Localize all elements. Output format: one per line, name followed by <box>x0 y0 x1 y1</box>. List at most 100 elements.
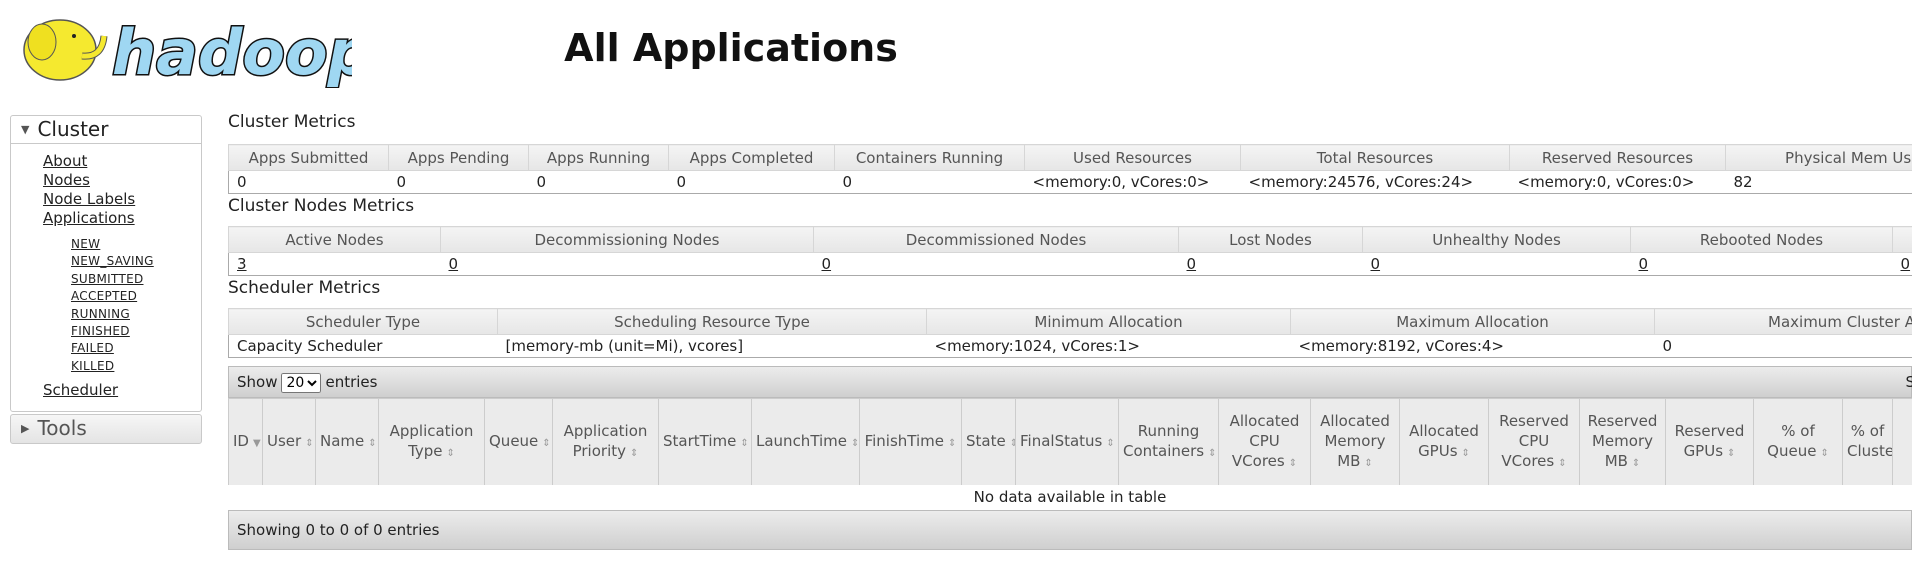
column-header-allocated-gpus[interactable]: Allocated GPUs ⇕ <box>1399 398 1489 486</box>
nav-state-accepted[interactable]: ACCEPTED <box>71 288 137 305</box>
nav-state-new[interactable]: NEW <box>71 236 100 253</box>
column-header[interactable]: Apps Submitted <box>228 144 389 171</box>
metric-link[interactable]: 0 <box>1371 255 1381 273</box>
column-header[interactable]: Maximum Allocation <box>1290 308 1655 335</box>
cluster-nodes-metrics-title: Cluster Nodes Metrics <box>228 196 415 216</box>
column-header-reserved-memory-mb[interactable]: Reserved Memory MB ⇕ <box>1579 398 1666 486</box>
metric-cell: 0 <box>1630 252 1893 276</box>
sort-icon: ⇕ <box>740 437 749 449</box>
column-header[interactable]: Maximum Cluster A <box>1654 308 1912 335</box>
column-header[interactable]: Decommissioned Nodes <box>813 226 1179 253</box>
triangle-right-icon: ▶ <box>21 422 30 435</box>
sort-icon: ⇕ <box>1364 457 1373 469</box>
metric-link[interactable]: 3 <box>237 255 247 273</box>
nav-state-running[interactable]: RUNNING <box>71 306 130 323</box>
column-header[interactable] <box>1892 226 1912 253</box>
column-header-application-priority[interactable]: Application Priority ⇕ <box>552 398 659 486</box>
column-header[interactable]: Decommissioning Nodes <box>440 226 814 253</box>
scheduler-metrics-title: Scheduler Metrics <box>228 278 381 298</box>
sort-icon: ⇕ <box>1558 457 1567 469</box>
sort-icon: ⇕ <box>1288 457 1298 469</box>
column-header-allocated-memory-mb[interactable]: Allocated Memory MB ⇕ <box>1310 398 1400 486</box>
metric-cell: 0 <box>228 170 389 194</box>
nav-state-submitted[interactable]: SUBMITTED <box>71 271 144 288</box>
nav-nodes[interactable]: Nodes <box>43 171 90 190</box>
metric-cell: <memory:0, vCores:0> <box>1509 170 1726 194</box>
cluster-toggle[interactable]: ▼ Cluster <box>11 116 201 144</box>
sort-icon: ⇕ <box>851 437 860 449</box>
column-header-name[interactable]: Name ⇕ <box>315 398 379 486</box>
column-header--of-cluster[interactable]: % of Cluster⇕ <box>1842 398 1893 486</box>
tools-toggle[interactable]: ▶ Tools <box>11 415 201 443</box>
table-length-bar: Show 20 entries S <box>228 366 1912 398</box>
cluster-nodes-metrics-table: Active Nodes Decommissioning Nodes Decommi… <box>228 226 1912 276</box>
cluster-metrics-title: Cluster Metrics <box>228 112 356 132</box>
nav-state-failed[interactable]: FAILED <box>71 340 114 357</box>
column-header-starttime[interactable]: StartTime ⇕ <box>658 398 752 486</box>
column-header[interactable]: Scheduling Resource Type <box>497 308 927 335</box>
metric-link[interactable]: 0 <box>1639 255 1649 273</box>
column-header[interactable]: Scheduler Type <box>228 308 498 335</box>
metric-cell: <memory:8192, vCores:4> <box>1290 334 1655 358</box>
column-header[interactable]: Used Resources <box>1024 144 1241 171</box>
column-header[interactable]: Total Resources <box>1240 144 1510 171</box>
nav-state-finished[interactable]: FINISHED <box>71 323 130 340</box>
header-row: Apps Submitted Apps Pending Apps Running Ap… <box>228 144 1912 171</box>
nav-state-new_saving[interactable]: NEW_SAVING <box>71 253 154 270</box>
header-row: Scheduler Type Scheduling Resource Type Mi… <box>228 308 1912 335</box>
column-header-finalstatus[interactable]: FinalStatus ⇕ <box>1015 398 1119 486</box>
column-header[interactable]: Minimum Allocation <box>926 308 1291 335</box>
sort-icon: ⇕ <box>1208 447 1217 459</box>
nav-scheduler[interactable]: Scheduler <box>43 381 118 399</box>
column-header-queue[interactable]: Queue ⇕ <box>484 398 553 486</box>
column-header[interactable]: Unhealthy Nodes <box>1362 226 1631 253</box>
column-header[interactable]: Physical Mem Used % <box>1725 144 1912 171</box>
metric-link[interactable]: 0 <box>822 255 832 273</box>
metric-cell: Capacity Scheduler <box>228 334 498 358</box>
table-row: 0 0 0 0 0 <memory:0, vCores:0> <memory:24576, … <box>228 170 1912 194</box>
sort-icon: ⇕ <box>1461 447 1470 459</box>
sort-icon: ⇕ <box>948 437 957 449</box>
column-header[interactable]: Apps Running <box>528 144 669 171</box>
column-header[interactable]: Apps Pending <box>388 144 529 171</box>
search-label: S <box>1905 373 1912 391</box>
metric-cell: 0 <box>834 170 1025 194</box>
nav-applications[interactable]: Applications <box>43 209 135 228</box>
metric-cell: 0 <box>440 252 814 276</box>
column-header-allocated-cpu-vcores[interactable]: Allocated CPU VCores ⇕ <box>1218 398 1311 486</box>
metric-link[interactable]: 0 <box>1901 255 1911 273</box>
page-size-select[interactable]: 20 <box>281 373 322 393</box>
empty-table-message: No data available in table <box>228 485 1912 510</box>
metric-cell: <memory:0, vCores:0> <box>1024 170 1241 194</box>
sort-icon: ⇕ <box>446 447 455 459</box>
sidebar-tools: ▶ Tools <box>10 414 202 444</box>
column-header-id[interactable]: ID ▼ <box>228 398 263 486</box>
metric-link[interactable]: 0 <box>449 255 459 273</box>
table-row: Capacity Scheduler [memory-mb (unit=Mi), … <box>228 334 1912 358</box>
column-header[interactable]: Active Nodes <box>228 226 441 253</box>
column-header-state[interactable]: State⇕ <box>961 398 1016 486</box>
column-header[interactable]: Rebooted Nodes <box>1630 226 1893 253</box>
sort-icon: ⇕ <box>305 437 314 449</box>
column-header[interactable]: Lost Nodes <box>1178 226 1363 253</box>
column-header-launchtime[interactable]: LaunchTime ⇕ <box>751 398 860 486</box>
sort-desc-icon: ▼ <box>252 437 261 449</box>
column-header-finishtime[interactable]: FinishTime ⇕ <box>859 398 962 486</box>
header-row: ID ▼ User ⇕ Name ⇕ Application Type ⇕ Queue ⇕ Appl… <box>228 398 1912 486</box>
column-header-application-type[interactable]: Application Type ⇕ <box>378 398 485 486</box>
column-header-reserved-cpu-vcores[interactable]: Reserved CPU VCores ⇕ <box>1488 398 1580 486</box>
column-header-reserved-gpus[interactable]: Reserved GPUs ⇕ <box>1665 398 1754 486</box>
column-header--of-queue[interactable]: % of Queue ⇕ <box>1753 398 1843 486</box>
nav-state-killed[interactable]: KILLED <box>71 358 114 375</box>
metric-link[interactable]: 0 <box>1187 255 1197 273</box>
sort-icon: ⇕ <box>542 437 551 449</box>
column-header[interactable]: Containers Running <box>834 144 1025 171</box>
column-header-user[interactable]: User ⇕ <box>262 398 316 486</box>
column-header[interactable]: Reserved Resources <box>1509 144 1726 171</box>
column-header-p[interactable]: P <box>1892 398 1912 486</box>
nav-about[interactable]: About <box>43 152 87 171</box>
metric-cell: 0 <box>1362 252 1631 276</box>
column-header-running-containers[interactable]: Running Containers ⇕ <box>1118 398 1219 486</box>
nav-node-labels[interactable]: Node Labels <box>43 190 135 209</box>
column-header[interactable]: Apps Completed <box>668 144 835 171</box>
